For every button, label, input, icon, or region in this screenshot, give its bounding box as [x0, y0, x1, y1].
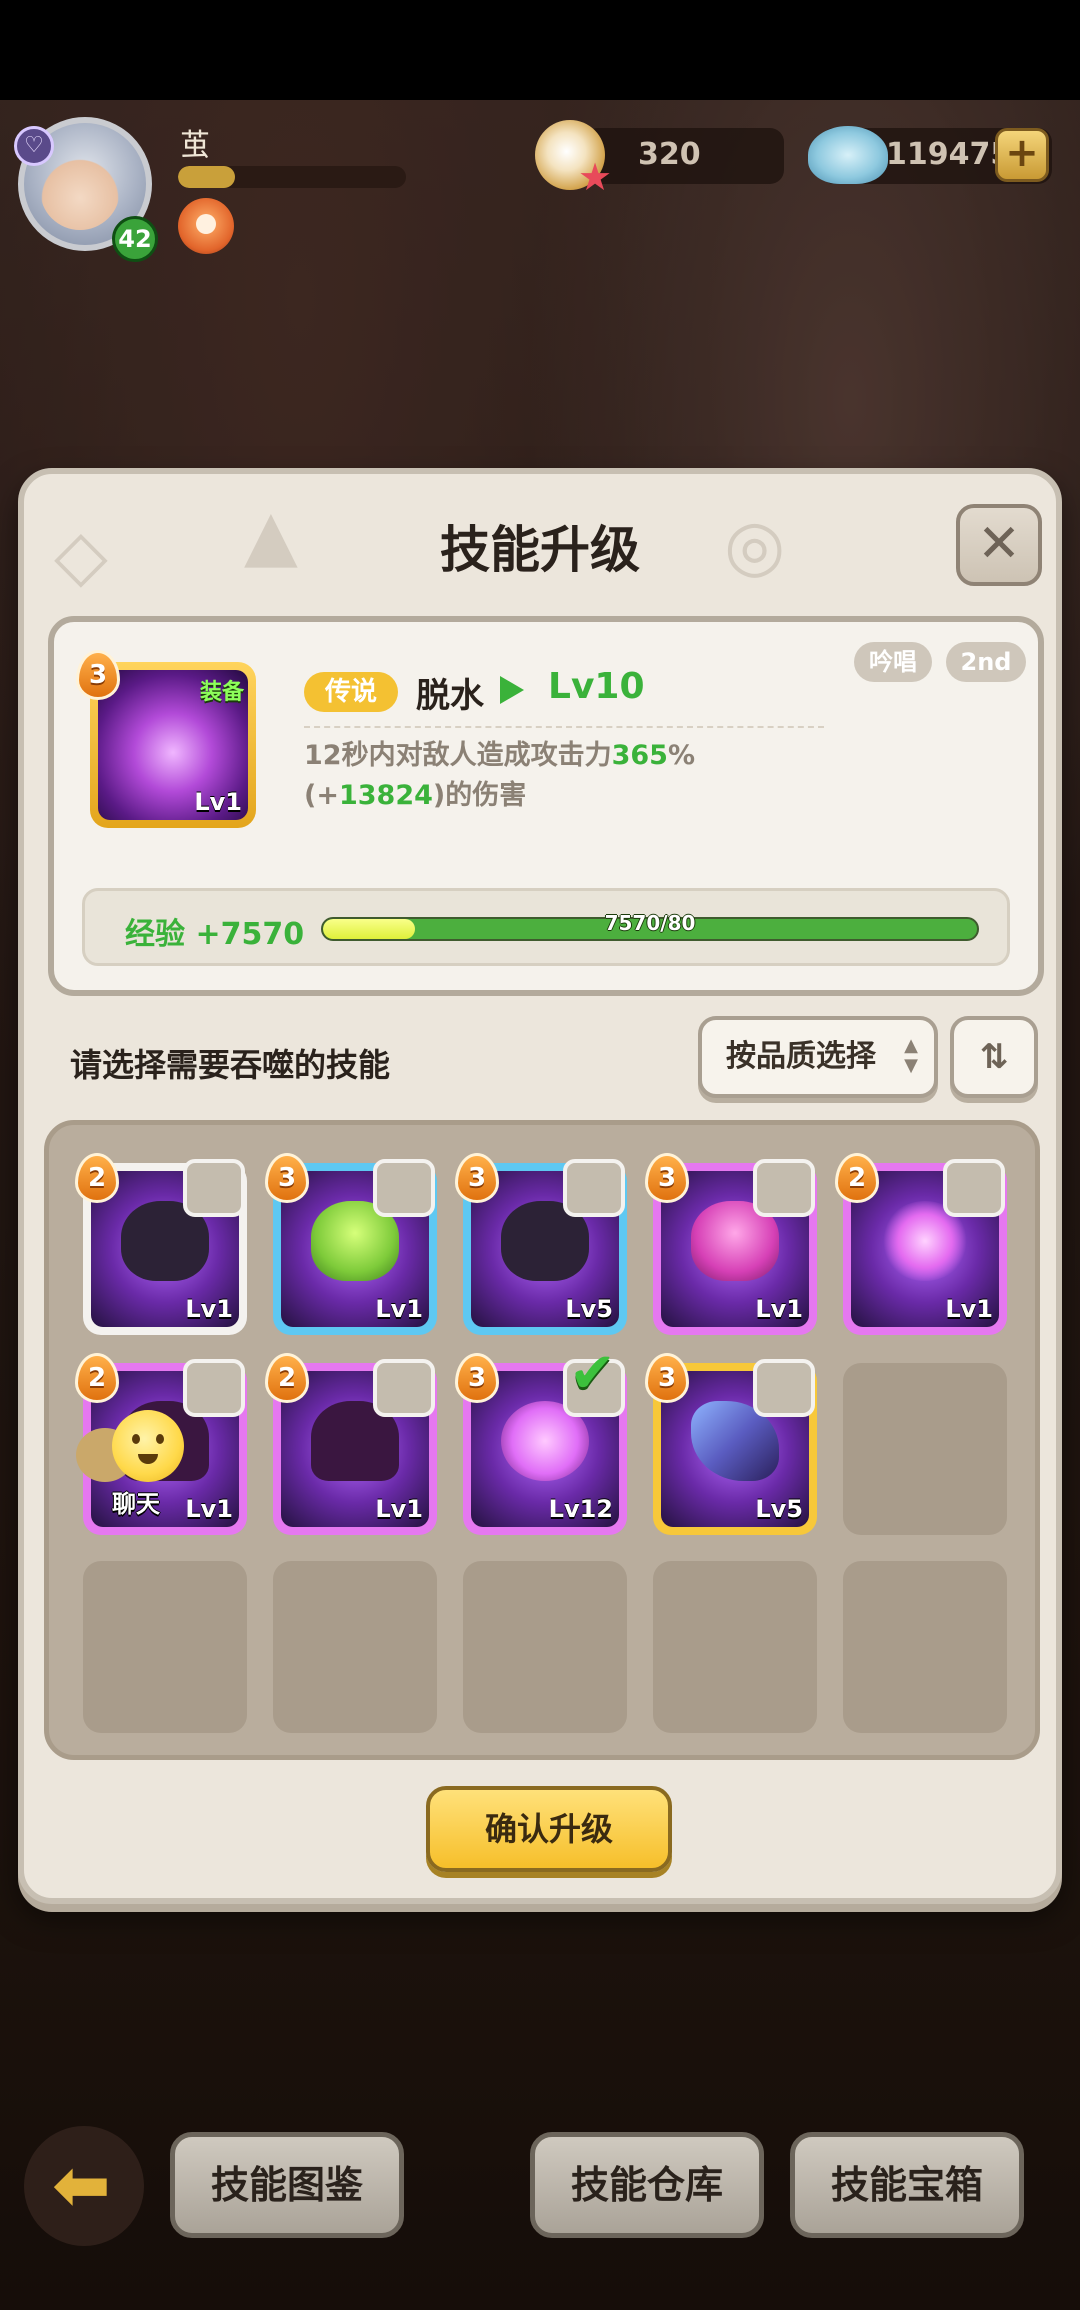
sort-button[interactable]: ⇅: [950, 1016, 1038, 1098]
slot-level: Lv5: [565, 1295, 613, 1323]
slot-level: Lv12: [548, 1495, 613, 1523]
tag-slot: 2nd: [946, 642, 1026, 682]
empty-slot: [83, 1561, 247, 1733]
checkbox[interactable]: [563, 1159, 625, 1217]
checkbox[interactable]: [183, 1359, 245, 1417]
selected-skill-card: 装备 Lv1 3 传说 脱水 Lv10 吟唱 2nd 12秒内对敌人造成攻击力3…: [48, 616, 1044, 996]
rank-badge: 2: [75, 1153, 119, 1203]
checkbox[interactable]: [183, 1159, 245, 1217]
rank-badge: 3: [455, 1153, 499, 1203]
currency-2-value: 119475: [886, 137, 1012, 172]
rank-badge: 3: [645, 1353, 689, 1403]
exp-gain-label: 经验 +7570: [125, 917, 305, 952]
slot-level: Lv1: [375, 1495, 423, 1523]
chat-button[interactable]: 聊天: [76, 1410, 196, 1520]
currency-1-value: 320: [638, 137, 701, 172]
desc-part: 12秒内对敌人造成攻击力: [304, 740, 612, 771]
checkbox[interactable]: [373, 1159, 435, 1217]
exp-progress-text: 7570/80: [604, 911, 696, 935]
skill-name: 脱水: [416, 676, 484, 716]
avatar-face: [40, 150, 120, 230]
rank-badge: 3: [455, 1353, 499, 1403]
player-level-badge: 42: [112, 216, 158, 262]
back-arrow-icon: ⬅: [52, 2144, 111, 2226]
player-exp-bar: [178, 166, 406, 188]
status-bar: [0, 0, 1080, 100]
checkbox[interactable]: [753, 1359, 815, 1417]
smiley-icon: [112, 1410, 184, 1482]
skill-upgrade-modal: ◇ ▲ ◎ 技能升级 ✕ 装备 Lv1 3 传说 脱水 Lv10 吟唱 2nd …: [18, 468, 1062, 1904]
skill-codex-button[interactable]: 技能图鉴: [170, 2132, 404, 2238]
desc-part: )的伤害: [432, 780, 527, 811]
rank-badge: 2: [265, 1353, 309, 1403]
checkbox[interactable]: [753, 1159, 815, 1217]
skill-art: 装备 Lv1: [98, 670, 248, 820]
desc-bonus: 13824: [338, 780, 433, 811]
vip-badge-icon: ♡: [14, 126, 54, 166]
player-name: 茧: [180, 128, 210, 163]
guild-icon[interactable]: [178, 198, 234, 254]
skill-storage-button[interactable]: 技能仓库: [530, 2132, 764, 2238]
skill-chest-button[interactable]: 技能宝箱: [790, 2132, 1024, 2238]
checkbox[interactable]: [373, 1359, 435, 1417]
slot-level: Lv5: [755, 1495, 803, 1523]
skill-level: Lv10: [548, 666, 645, 707]
empty-slot: [463, 1561, 627, 1733]
empty-slot: [843, 1561, 1007, 1733]
rank-badge: 2: [75, 1353, 119, 1403]
player-exp-fill: [178, 166, 235, 188]
add-currency-button[interactable]: +: [995, 128, 1049, 182]
desc-percent: 365: [611, 740, 668, 771]
equipped-tag: 装备: [199, 680, 244, 705]
quality-select-label: 按品质选择: [726, 1039, 876, 1074]
sort-icon: ⇅: [979, 1037, 1009, 1077]
rank-badge: 3: [645, 1153, 689, 1203]
check-icon: ✔: [569, 1341, 616, 1406]
rank-badge: 3: [76, 650, 120, 700]
close-button[interactable]: ✕: [956, 504, 1042, 586]
rank-badge: 3: [265, 1153, 309, 1203]
slot-level: Lv1: [185, 1295, 233, 1323]
confirm-upgrade-button[interactable]: 确认升级: [426, 1786, 672, 1872]
updown-icon: ▲ ▼: [904, 1035, 918, 1076]
gem-currency-icon: [808, 126, 888, 184]
slot-level: Lv1: [945, 1295, 993, 1323]
select-prompt: 请选择需要吞噬的技能: [70, 1046, 391, 1084]
empty-slot: [653, 1561, 817, 1733]
exp-panel: 经验 +7570 7570/80: [82, 888, 1010, 966]
checkbox[interactable]: [943, 1159, 1005, 1217]
chat-label: 聊天: [112, 1490, 160, 1518]
divider: [304, 726, 824, 728]
empty-slot: [273, 1561, 437, 1733]
quality-select-dropdown[interactable]: 按品质选择 ▲ ▼: [698, 1016, 938, 1098]
empty-slot: [843, 1363, 1007, 1535]
slot-level: Lv1: [755, 1295, 803, 1323]
modal-title: 技能升级: [440, 521, 640, 579]
play-icon: [500, 676, 524, 704]
skill-icon-level: Lv1: [194, 788, 242, 816]
rank-badge: 2: [835, 1153, 879, 1203]
rarity-badge: 传说: [304, 672, 398, 712]
skill-description: 12秒内对敌人造成攻击力365%(+13824)的伤害: [304, 736, 834, 816]
starfish-icon: ★: [578, 155, 613, 199]
slot-level: Lv1: [375, 1295, 423, 1323]
tag-chant: 吟唱: [854, 642, 932, 682]
